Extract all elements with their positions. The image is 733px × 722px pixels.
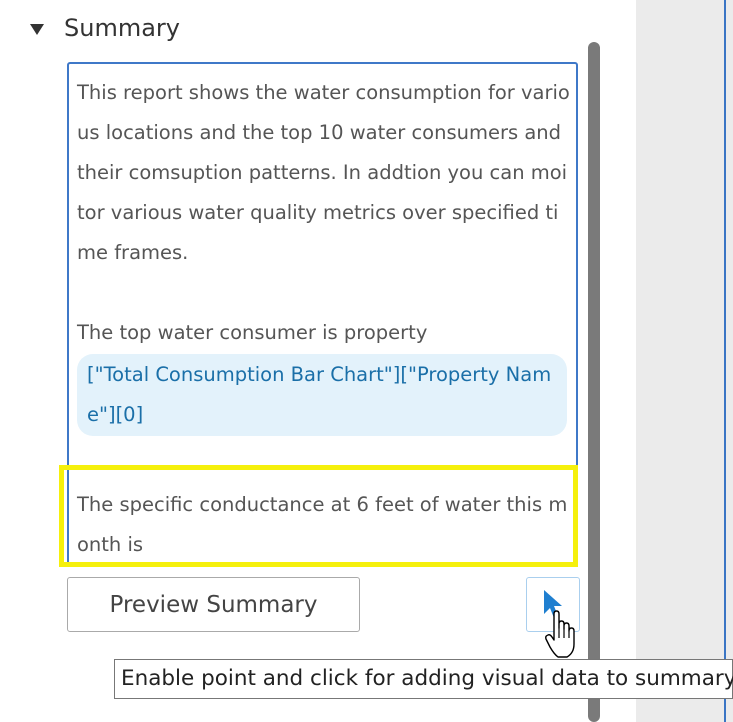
hand-cursor-icon [545, 610, 575, 658]
right-panel [636, 0, 733, 722]
section-title: Summary [64, 14, 180, 42]
highlight-box [59, 465, 578, 567]
tooltip: Enable point and click for adding visual… [114, 659, 733, 699]
summary-paragraph-1[interactable]: This report shows the water consumption … [77, 73, 572, 273]
preview-summary-button[interactable]: Preview Summary [67, 577, 360, 632]
summary-paragraph-2[interactable]: The top water consumer is property [77, 313, 572, 353]
right-panel-border [724, 0, 726, 722]
scrollbar[interactable] [588, 42, 600, 722]
summary-section-header[interactable]: Summary [30, 14, 180, 42]
triangle-down-icon[interactable] [30, 23, 44, 35]
data-token-chip[interactable]: ["Total Consumption Bar Chart"]["Propert… [77, 354, 567, 436]
